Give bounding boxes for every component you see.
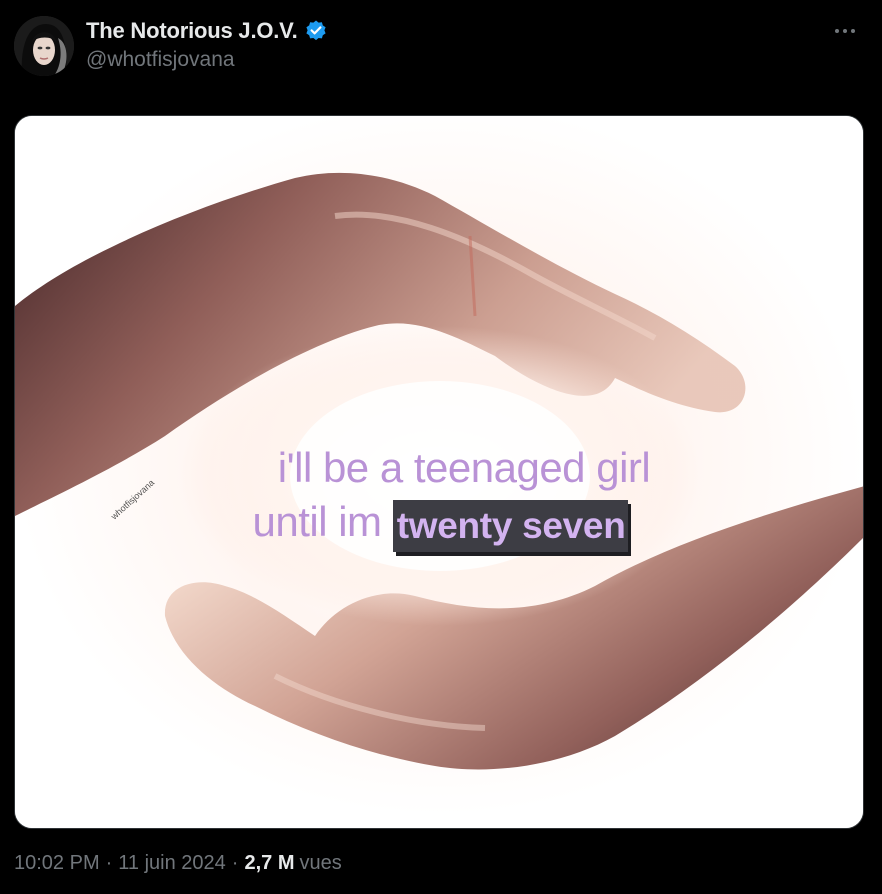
tweet-header: The Notorious J.O.V. @whotfisjovana bbox=[14, 14, 868, 78]
author-block[interactable]: The Notorious J.O.V. @whotfisjovana bbox=[86, 18, 328, 72]
more-options-button[interactable] bbox=[828, 16, 862, 46]
display-name[interactable]: The Notorious J.O.V. bbox=[86, 18, 298, 44]
author-handle[interactable]: @whotfisjovana bbox=[86, 48, 328, 72]
caption-highlight-text: twenty seven bbox=[392, 500, 628, 552]
name-row: The Notorious J.O.V. bbox=[86, 18, 328, 44]
verified-badge-icon[interactable] bbox=[304, 19, 328, 43]
views-label: vues bbox=[299, 852, 342, 874]
tweet-media-image[interactable]: whotfisjovana i'll be a teenaged girl un… bbox=[14, 115, 864, 829]
views-count[interactable]: 2,7 M bbox=[244, 852, 294, 875]
caption-plain-text: until im bbox=[252, 498, 383, 545]
more-horizontal-icon bbox=[835, 29, 855, 33]
tweet-time[interactable]: 10:02 PM bbox=[14, 852, 100, 875]
caption-line-1: i'll be a teenaged girl bbox=[277, 444, 651, 491]
tweet-meta-row: 10:02 PM · 11 juin 2024 · 2,7 M vues bbox=[14, 852, 342, 875]
tweet-date[interactable]: 11 juin 2024 bbox=[118, 852, 226, 875]
avatar[interactable] bbox=[14, 16, 74, 76]
caption-line-2: until im twenty seven bbox=[15, 498, 863, 552]
meta-separator: · bbox=[105, 852, 113, 874]
meta-separator: · bbox=[231, 852, 239, 874]
